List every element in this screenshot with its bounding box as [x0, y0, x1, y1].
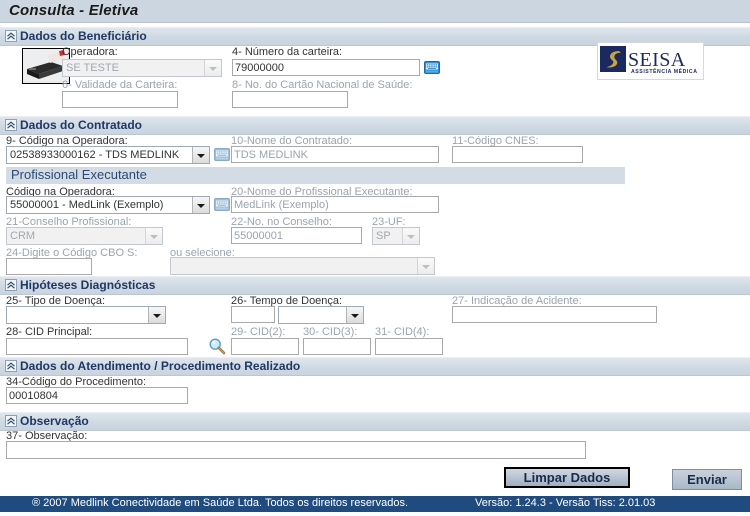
uf-value: SP — [376, 230, 391, 242]
chevron-down-icon — [148, 307, 165, 323]
section-title-contracted: Dados do Contratado — [20, 118, 142, 132]
chevron-double-up-icon — [7, 32, 15, 40]
codigo-operadora-profissional-select[interactable]: 55000001 - MedLink (Exemplo) — [6, 196, 210, 214]
cid4-input[interactable] — [375, 338, 443, 355]
keyboard-icon-contratado[interactable] — [214, 148, 230, 161]
chevron-double-up-icon — [7, 281, 15, 289]
label-cid-principal: 28- CID Principal: — [6, 326, 93, 338]
window-title-bar: Consulta - Eletiva — [0, 0, 750, 23]
cid3-input[interactable] — [303, 338, 371, 355]
label-cid4: 31- CID(4): — [375, 326, 430, 338]
chevron-down-icon — [417, 258, 434, 274]
chevron-down-icon — [204, 60, 221, 76]
codigo-operadora-contratado-value: 02538933000162 - TDS MEDLINK — [10, 149, 180, 161]
operadora-select-value: SE TESTE — [66, 62, 119, 74]
codigo-cnes-input[interactable] — [452, 146, 583, 163]
tempo-doenca-quantity-input[interactable] — [231, 306, 275, 323]
codigo-procedimento-input[interactable] — [6, 387, 188, 404]
seisa-logo-graphic: SEISA ASSISTÊNCIA MÉDICA — [598, 43, 701, 77]
codigo-operadora-profissional-value: 55000001 - MedLink (Exemplo) — [10, 199, 164, 211]
chevron-down-icon — [346, 307, 363, 323]
label-cartao-nacional: 8- No. do Cartão Nacional de Saúde: — [232, 79, 413, 91]
card-reader-graphic — [23, 49, 67, 81]
svg-text:ASSISTÊNCIA MÉDICA: ASSISTÊNCIA MÉDICA — [631, 67, 698, 75]
cid2-input[interactable] — [231, 338, 299, 355]
nome-contratado-input[interactable] — [231, 146, 439, 163]
label-validade-carteira: 6- Validade da Carteira: — [62, 79, 178, 91]
footer-copyright: ® 2007 Medlink Conectividade em Saúde Lt… — [32, 497, 409, 509]
label-cid3: 30- CID(3): — [303, 326, 358, 338]
section-title-observation: Observação — [20, 414, 89, 428]
section-header-contracted[interactable]: Dados do Contratado — [0, 116, 750, 135]
conselho-profissional-value: CRM — [10, 230, 36, 242]
subsection-header-professional: Profissional Executante — [6, 167, 625, 184]
label-operadora: Operadora: — [62, 46, 118, 58]
label-cid2: 29- CID(2): — [231, 326, 286, 338]
label-numero-carteira: 4- Número da carteira: — [232, 46, 343, 58]
operadora-select[interactable]: SE TESTE — [62, 59, 222, 77]
keyboard-icon-carteira[interactable] — [424, 61, 440, 74]
collapse-toggle-contracted[interactable] — [5, 119, 17, 131]
chevron-double-up-icon — [7, 417, 15, 425]
section-title-beneficiary: Dados do Beneficiário — [20, 29, 147, 43]
collapse-toggle-observation[interactable] — [5, 415, 17, 427]
footer-version: Versão: 1.24.3 - Versão Tiss: 2.01.03 — [475, 497, 656, 509]
magnifier-icon-cid[interactable] — [208, 337, 226, 355]
cartao-nacional-input[interactable] — [232, 91, 348, 108]
collapse-toggle-diagnostics[interactable] — [5, 279, 17, 291]
keyboard-icon — [424, 61, 440, 74]
consulta-eletiva-form: Consulta - Eletiva Dados do Beneficiário… — [0, 0, 750, 516]
numero-conselho-input[interactable] — [231, 227, 362, 244]
cbo-select[interactable] — [170, 257, 435, 275]
keyboard-icon — [214, 198, 230, 211]
clear-data-button[interactable]: Limpar Dados — [504, 467, 630, 488]
collapse-toggle-beneficiary[interactable] — [5, 30, 17, 42]
submit-button[interactable]: Enviar — [672, 469, 742, 490]
tempo-doenca-unit-select[interactable] — [278, 306, 364, 324]
uf-select[interactable]: SP — [372, 227, 420, 245]
section-header-observation[interactable]: Observação — [0, 412, 750, 431]
tipo-doenca-select[interactable] — [6, 306, 166, 324]
chevron-down-icon — [145, 228, 162, 244]
seisa-logo: SEISA ASSISTÊNCIA MÉDICA — [597, 42, 704, 80]
chevron-down-icon — [192, 147, 209, 163]
keyboard-icon-profissional[interactable] — [214, 198, 230, 211]
page-title: Consulta - Eletiva — [9, 2, 139, 19]
keyboard-icon — [214, 148, 230, 161]
indicacao-acidente-input[interactable] — [452, 306, 657, 323]
chevron-double-up-icon — [7, 121, 15, 129]
chevron-down-icon — [192, 197, 209, 213]
cid-principal-input[interactable] — [6, 338, 188, 355]
section-header-attendance[interactable]: Dados do Atendimento / Procedimento Real… — [0, 357, 750, 376]
codigo-cbo-input[interactable] — [6, 258, 92, 275]
section-title-diagnostics: Hipóteses Diagnósticas — [20, 278, 156, 292]
magnifier-icon — [209, 338, 226, 355]
validade-carteira-input[interactable] — [62, 91, 178, 108]
observacao-input[interactable] — [6, 441, 586, 459]
nome-profissional-input[interactable] — [231, 196, 439, 213]
subsection-title-professional: Profissional Executante — [11, 167, 147, 182]
svg-text:SEISA: SEISA — [628, 49, 686, 71]
collapse-toggle-attendance[interactable] — [5, 360, 17, 372]
footer-bar: ® 2007 Medlink Conectividade em Saúde Lt… — [0, 496, 750, 512]
conselho-profissional-select[interactable]: CRM — [6, 227, 163, 245]
chevron-double-up-icon — [7, 362, 15, 370]
section-header-diagnostics[interactable]: Hipóteses Diagnósticas — [0, 276, 750, 295]
codigo-operadora-contratado-select[interactable]: 02538933000162 - TDS MEDLINK — [6, 146, 210, 164]
chevron-down-icon — [402, 228, 419, 244]
numero-carteira-input[interactable] — [232, 59, 420, 76]
section-title-attendance: Dados do Atendimento / Procedimento Real… — [20, 359, 301, 373]
